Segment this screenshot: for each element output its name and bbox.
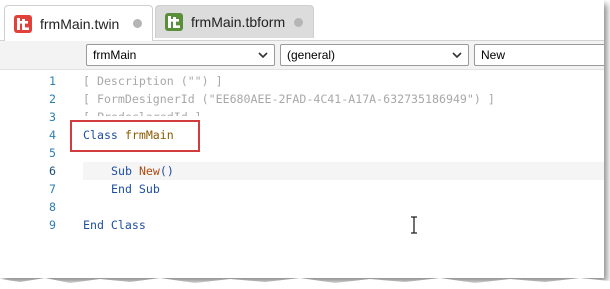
- editor-window: frmMain.twin frmMain.tbform frmMain (gen…: [0, 0, 604, 278]
- tab-frmmain-twin[interactable]: frmMain.twin: [4, 5, 153, 41]
- code-text: [ Description ("") ]: [83, 74, 223, 88]
- code-text: End Class: [83, 218, 146, 232]
- close-dot-icon[interactable]: [133, 19, 142, 28]
- action-select-value: New: [481, 48, 506, 62]
- code-text: End Sub: [111, 182, 160, 196]
- object-select[interactable]: frmMain: [86, 44, 275, 66]
- object-select-value: frmMain: [93, 48, 137, 62]
- action-select[interactable]: New: [474, 44, 604, 66]
- line-number: 2: [49, 92, 56, 106]
- text-cursor-icon: [411, 216, 417, 234]
- twinbasic-red-icon: [14, 14, 32, 33]
- tab-label: frmMain.tbform: [191, 14, 286, 30]
- tab-frmmain-tbform[interactable]: frmMain.tbform: [155, 5, 314, 38]
- tab-bar: frmMain.twin frmMain.tbform: [0, 0, 604, 41]
- line-number: 8: [49, 200, 56, 214]
- close-dot-icon[interactable]: [294, 17, 303, 27]
- procedure-select-value: (general): [287, 48, 336, 62]
- highlight-box: [70, 120, 200, 152]
- code-editor[interactable]: 1 [ Description ("") ] 2 [ FormDesignerI…: [0, 70, 604, 278]
- line-number: 1: [49, 74, 56, 88]
- line-number: 9: [49, 218, 56, 232]
- tab-label: frmMain.twin: [40, 15, 120, 32]
- code-toolbar: frmMain (general) New: [0, 41, 604, 70]
- code-text: [ FormDesignerId ("EE680AEE-2FAD-4C41-A1…: [83, 92, 495, 106]
- code-line: 7 End Sub: [0, 180, 604, 198]
- twinbasic-green-icon: [165, 13, 183, 31]
- line-number: 3: [49, 110, 56, 124]
- line-number: 7: [49, 182, 56, 196]
- code-line: 2 [ FormDesignerId ("EE680AEE-2FAD-4C41-…: [0, 90, 604, 108]
- code-line: 8: [0, 198, 604, 216]
- procedure-select[interactable]: (general): [280, 44, 469, 66]
- code-line: 1 [ Description ("") ]: [0, 72, 604, 90]
- code-line: 6 Sub New(): [0, 162, 604, 180]
- line-number: 4: [49, 128, 56, 142]
- keyword-sub: Sub: [111, 164, 132, 178]
- code-line: 9 End Class: [0, 216, 604, 234]
- procedure-name: New: [138, 164, 160, 178]
- line-number: 5: [49, 146, 56, 160]
- chevron-down-icon: [452, 52, 462, 59]
- line-number: 6: [49, 164, 56, 178]
- parens: (): [159, 164, 174, 178]
- chevron-down-icon: [258, 52, 268, 59]
- code-text: Sub New(): [111, 162, 174, 180]
